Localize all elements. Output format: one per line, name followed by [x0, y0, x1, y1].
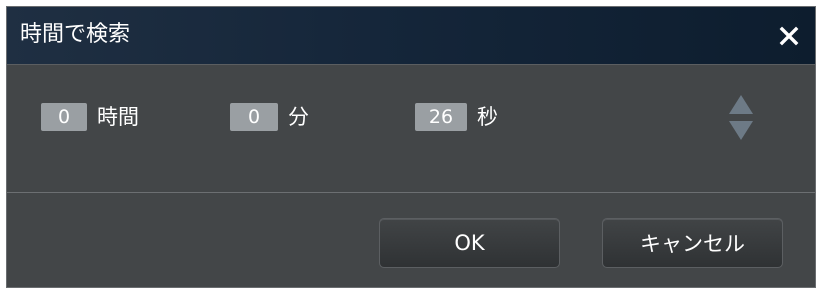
minutes-unit-label: 分 [288, 105, 309, 129]
seconds-input[interactable] [415, 103, 467, 131]
spin-up-icon [729, 95, 753, 114]
seconds-field: 秒 [415, 103, 498, 131]
close-button[interactable] [773, 20, 805, 52]
minutes-field: 分 [230, 103, 309, 131]
dialog-titlebar: 時間で検索 [7, 7, 815, 65]
hours-input[interactable] [41, 103, 87, 131]
footer-divider [7, 192, 815, 193]
time-spinner [728, 92, 754, 142]
time-input-row: 時間 分 秒 [7, 65, 815, 193]
dialog-title: 時間で検索 [20, 22, 131, 47]
search-by-time-dialog: 時間で検索 時間 分 秒 [6, 6, 816, 288]
close-icon [779, 26, 799, 46]
cancel-button[interactable]: キャンセル [602, 218, 783, 268]
seconds-unit-label: 秒 [477, 105, 498, 129]
hours-unit-label: 時間 [97, 105, 139, 129]
spin-down-button[interactable] [728, 119, 754, 141]
minutes-input[interactable] [230, 103, 278, 131]
spin-up-button[interactable] [728, 94, 754, 116]
ok-button[interactable]: OK [379, 218, 560, 268]
spin-down-icon [729, 121, 753, 140]
hours-field: 時間 [41, 103, 139, 131]
